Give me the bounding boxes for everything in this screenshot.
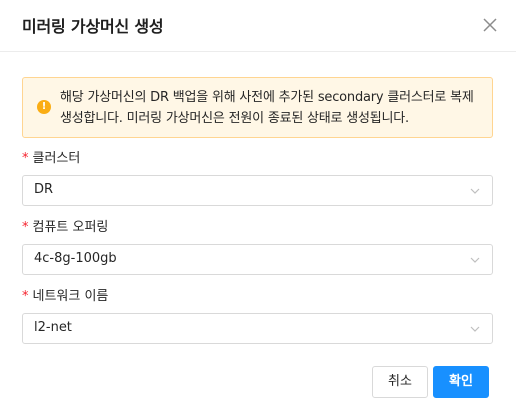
compute-offering-select[interactable]: 4c-8g-100gb [22,244,493,275]
alert-message: 해당 가상머신의 DR 백업을 위해 사전에 추가된 secondary 클러스… [60,90,474,126]
required-mark: * [22,151,29,166]
network-select[interactable]: l2-net [22,313,493,344]
compute-offering-label: * 컴퓨트 오퍼링 [22,216,108,235]
chevron-down-icon [470,188,480,194]
create-mirroring-vm-dialog: 미러링 가상머신 생성 ! 해당 가상머신의 DR 백업을 위해 사전에 추가된… [0,0,516,419]
warning-alert: ! 해당 가상머신의 DR 백업을 위해 사전에 추가된 secondary 클… [22,77,493,138]
chevron-down-icon [470,326,480,332]
required-mark: * [22,289,29,304]
cluster-select[interactable]: DR [22,175,493,206]
warning-icon: ! [37,100,51,114]
dialog-header: 미러링 가상머신 생성 [0,0,516,52]
cluster-select-value: DR [34,182,54,197]
cluster-label-text: 클러스터 [32,151,81,166]
compute-offering-select-value: 4c-8g-100gb [34,251,117,266]
close-icon[interactable] [480,15,500,35]
cancel-button[interactable]: 취소 [372,366,428,398]
network-label-text: 네트워크 이름 [32,289,109,304]
network-select-value: l2-net [34,320,72,335]
chevron-down-icon [470,257,480,263]
cluster-label: * 클러스터 [22,147,80,166]
dialog-title: 미러링 가상머신 생성 [22,17,164,36]
confirm-button[interactable]: 확인 [433,366,489,398]
required-mark: * [22,220,29,235]
network-label: * 네트워크 이름 [22,285,108,304]
compute-offering-label-text: 컴퓨트 오퍼링 [32,220,109,235]
